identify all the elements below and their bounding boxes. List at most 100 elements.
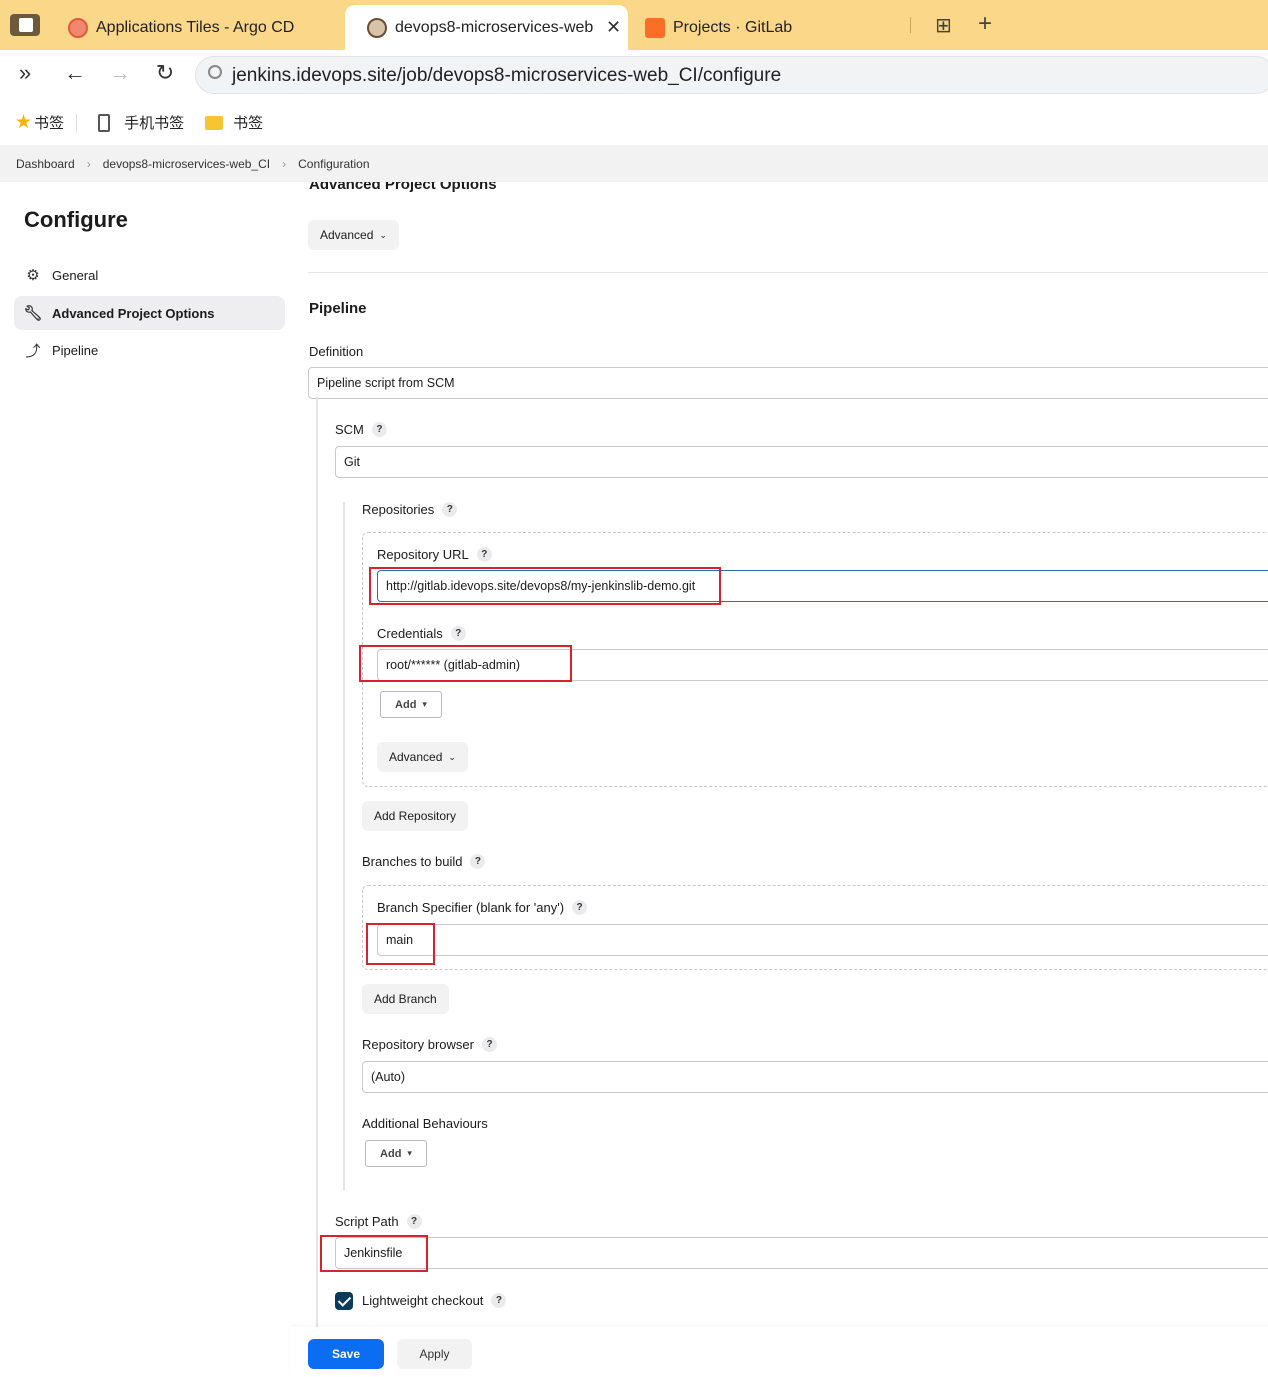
add-behaviour-button[interactable]: Add ▾ bbox=[365, 1140, 427, 1167]
credentials-label: Credentials ? bbox=[377, 626, 466, 641]
label-text: Additional Behaviours bbox=[362, 1116, 488, 1131]
advanced-button[interactable]: Advanced ⌄ bbox=[308, 220, 399, 250]
apply-button[interactable]: Apply bbox=[397, 1339, 472, 1369]
button-label: Add bbox=[395, 698, 417, 711]
repo-browser-select[interactable]: (Auto) bbox=[362, 1061, 1268, 1093]
breadcrumb-job[interactable]: devops8-microservices-web_CI bbox=[103, 157, 270, 171]
definition-label: Definition bbox=[309, 344, 363, 359]
highlight-box bbox=[369, 567, 721, 605]
reload-icon[interactable]: ↻ bbox=[150, 60, 180, 86]
chevron-down-icon: ⌄ bbox=[379, 229, 387, 240]
repo-url-label: Repository URL ? bbox=[377, 547, 492, 562]
bookmarks-bar: ★ 书签 手机书签 书签 bbox=[0, 100, 1268, 145]
label-text: SCM bbox=[335, 422, 364, 437]
highlight-box bbox=[320, 1235, 428, 1272]
help-icon[interactable]: ? bbox=[371, 422, 387, 437]
section-divider bbox=[308, 272, 1268, 273]
help-icon[interactable]: ? bbox=[442, 502, 458, 517]
close-icon[interactable]: ✕ bbox=[606, 17, 621, 38]
chevron-down-icon: ⌄ bbox=[448, 751, 456, 762]
button-label: Add Branch bbox=[374, 992, 437, 1006]
browser-tab-bar: Applications Tiles - Argo CD devops8-mic… bbox=[0, 0, 1268, 50]
repo-advanced-button[interactable]: Advanced ⌄ bbox=[377, 742, 468, 772]
new-tab-icon[interactable]: + bbox=[978, 10, 992, 38]
script-path-label: Script Path ? bbox=[335, 1214, 422, 1229]
help-icon[interactable]: ? bbox=[572, 900, 588, 915]
search-icon bbox=[208, 65, 222, 79]
section-title-advanced: Advanced Project Options bbox=[309, 182, 497, 193]
button-label: Advanced bbox=[389, 750, 443, 764]
field-value: (Auto) bbox=[371, 1070, 406, 1084]
label-text: Script Path bbox=[335, 1214, 399, 1229]
scm-label: SCM ? bbox=[335, 422, 387, 437]
jenkins-icon bbox=[367, 17, 387, 38]
label-text: Repository browser bbox=[362, 1037, 474, 1052]
bookmark-divider bbox=[76, 113, 78, 132]
label-text: Branch Specifier (blank for 'any') bbox=[377, 900, 565, 915]
tab-groups-icon[interactable]: ⊞ bbox=[935, 13, 952, 38]
tab-divider bbox=[910, 17, 911, 33]
tab-gitlab[interactable]: Projects · GitLab bbox=[623, 5, 903, 50]
help-icon[interactable]: ? bbox=[450, 626, 466, 641]
branch-specifier-input[interactable]: main bbox=[377, 924, 1268, 956]
breadcrumb-configuration[interactable]: Configuration bbox=[298, 157, 369, 171]
tab-title: Applications Tiles - Argo CD bbox=[96, 18, 295, 36]
nesting-line bbox=[343, 502, 345, 1190]
label-text: Branches to build bbox=[362, 854, 463, 869]
tab-title: devops8-microservices-web bbox=[395, 18, 594, 36]
field-value: Git bbox=[344, 455, 360, 469]
caret-down-icon: ▾ bbox=[407, 1148, 412, 1158]
help-icon[interactable]: ? bbox=[491, 1293, 507, 1308]
add-branch-button[interactable]: Add Branch bbox=[362, 984, 449, 1014]
caret-down-icon: ▾ bbox=[422, 699, 427, 709]
branches-label: Branches to build ? bbox=[362, 854, 486, 869]
label-text: Lightweight checkout bbox=[362, 1293, 484, 1308]
definition-select[interactable]: Pipeline script from SCM bbox=[308, 367, 1268, 399]
help-icon[interactable]: ? bbox=[406, 1214, 422, 1229]
back-icon[interactable]: ← bbox=[60, 60, 90, 86]
help-icon[interactable]: ? bbox=[476, 547, 492, 562]
additional-behaviours-label: Additional Behaviours bbox=[362, 1116, 488, 1131]
help-icon[interactable]: ? bbox=[470, 854, 486, 869]
tab-title: Projects · GitLab bbox=[673, 18, 793, 36]
bookmark-label: 书签 bbox=[34, 115, 65, 132]
bookmark-label: 书签 bbox=[233, 115, 264, 132]
mobile-icon bbox=[98, 113, 111, 132]
forward-icon[interactable]: → bbox=[105, 60, 135, 86]
add-credentials-button[interactable]: Add ▾ bbox=[380, 691, 442, 718]
lightweight-checkout-checkbox[interactable] bbox=[335, 1292, 353, 1310]
tab-jenkins[interactable]: devops8-microservices-web ✕ bbox=[345, 5, 628, 50]
navigation-bar: » ← → ↻ jenkins.idevops.site/job/devops8… bbox=[0, 50, 1268, 100]
star-icon: ★ bbox=[15, 112, 33, 133]
highlight-box bbox=[359, 645, 572, 682]
help-icon[interactable]: ? bbox=[482, 1037, 497, 1052]
bookmark-label: 手机书签 bbox=[124, 115, 185, 132]
branch-specifier-label: Branch Specifier (blank for 'any') ? bbox=[377, 900, 588, 915]
button-label: Add bbox=[380, 1147, 402, 1160]
bookmark-item[interactable]: 书签 bbox=[199, 112, 263, 133]
save-button[interactable]: Save bbox=[308, 1339, 384, 1369]
chevron-right-icon: › bbox=[282, 156, 287, 171]
lightweight-checkout-label: Lightweight checkout ? bbox=[362, 1293, 507, 1308]
sidebar-toggle-icon[interactable] bbox=[10, 14, 40, 36]
button-label: Add Repository bbox=[374, 809, 457, 823]
scm-select[interactable]: Git bbox=[335, 446, 1268, 478]
address-bar[interactable]: jenkins.idevops.site/job/devops8-microse… bbox=[195, 56, 1268, 94]
chevron-right-icon: › bbox=[86, 156, 91, 171]
gitlab-icon bbox=[645, 17, 665, 38]
bookmark-item[interactable]: ★ 书签 bbox=[15, 111, 64, 134]
script-path-input[interactable]: Jenkinsfile bbox=[335, 1237, 1268, 1269]
label-text: Repository URL bbox=[377, 547, 469, 562]
field-value: Pipeline script from SCM bbox=[317, 376, 455, 390]
button-label: Advanced bbox=[320, 228, 374, 242]
breadcrumb-dashboard[interactable]: Dashboard bbox=[16, 157, 75, 171]
config-form: Advanced Project Options Advanced ⌄ Pipe… bbox=[0, 182, 1268, 1377]
highlight-box bbox=[366, 923, 435, 965]
breadcrumb: Dashboard › devops8-microservices-web_CI… bbox=[0, 145, 1268, 182]
expand-icon[interactable]: » bbox=[10, 60, 40, 86]
tab-argocd[interactable]: Applications Tiles - Argo CD bbox=[46, 5, 344, 50]
add-repository-button[interactable]: Add Repository bbox=[362, 801, 469, 831]
label-text: Definition bbox=[309, 344, 364, 359]
bookmark-item[interactable]: 手机书签 bbox=[92, 112, 184, 133]
argocd-icon bbox=[68, 17, 88, 38]
